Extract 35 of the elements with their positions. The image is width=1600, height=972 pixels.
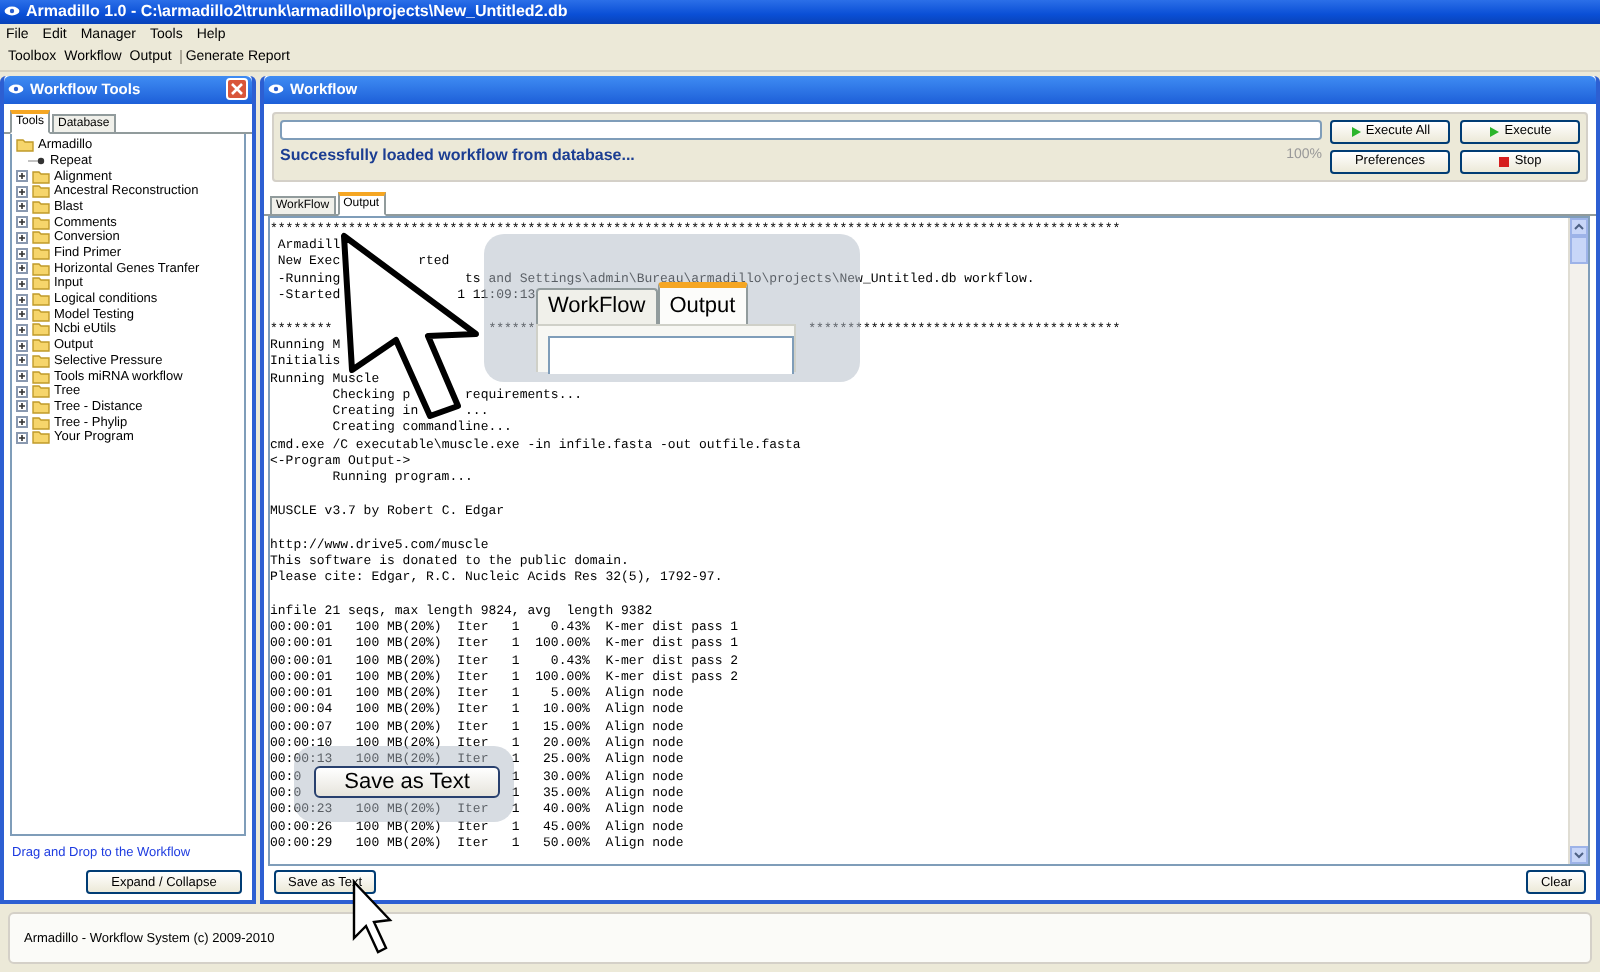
magnified-tab[interactable]: Output <box>657 282 748 324</box>
expand-icon[interactable] <box>16 262 28 275</box>
expand-icon[interactable] <box>16 385 28 398</box>
expand-icon[interactable] <box>16 416 28 429</box>
scroll-down-icon[interactable] <box>1570 846 1588 865</box>
expand-icon[interactable] <box>16 170 28 183</box>
play-icon <box>1349 125 1362 138</box>
bullet-icon <box>28 155 46 166</box>
scrollbar[interactable] <box>1568 217 1588 865</box>
magnified-tab[interactable]: WorkFlow <box>536 288 658 324</box>
expand-icon[interactable] <box>16 354 28 367</box>
expand-icon[interactable] <box>16 247 28 260</box>
expand-icon[interactable] <box>16 431 28 444</box>
eye-icon <box>4 6 20 17</box>
scroll-thumb[interactable] <box>1570 235 1588 264</box>
expand-icon[interactable] <box>16 323 28 336</box>
eye-icon <box>268 84 284 95</box>
expand-icon[interactable] <box>16 370 28 383</box>
expand-icon[interactable] <box>16 293 28 306</box>
expand-icon[interactable] <box>16 185 28 198</box>
status-message: Successfully loaded workflow from database... <box>280 145 635 164</box>
expand-icon[interactable] <box>16 200 28 213</box>
play-icon <box>1488 125 1501 138</box>
eye-icon <box>8 84 24 95</box>
expand-icon[interactable] <box>16 400 28 413</box>
expand-icon[interactable] <box>16 216 28 229</box>
close-button[interactable] <box>226 78 248 101</box>
window-title: Armadillo 1.0 - C:\armadillo2\trunk\armadillo\projects\New_Untitled2.db <box>26 2 568 21</box>
scroll-up-icon[interactable] <box>1570 217 1588 236</box>
stop-icon <box>1498 155 1511 168</box>
magnified-button[interactable]: Save as Text <box>314 766 500 798</box>
expand-icon[interactable] <box>16 339 28 352</box>
expand-icon[interactable] <box>16 277 28 290</box>
expand-icon[interactable] <box>16 231 28 244</box>
expand-icon[interactable] <box>16 308 28 321</box>
